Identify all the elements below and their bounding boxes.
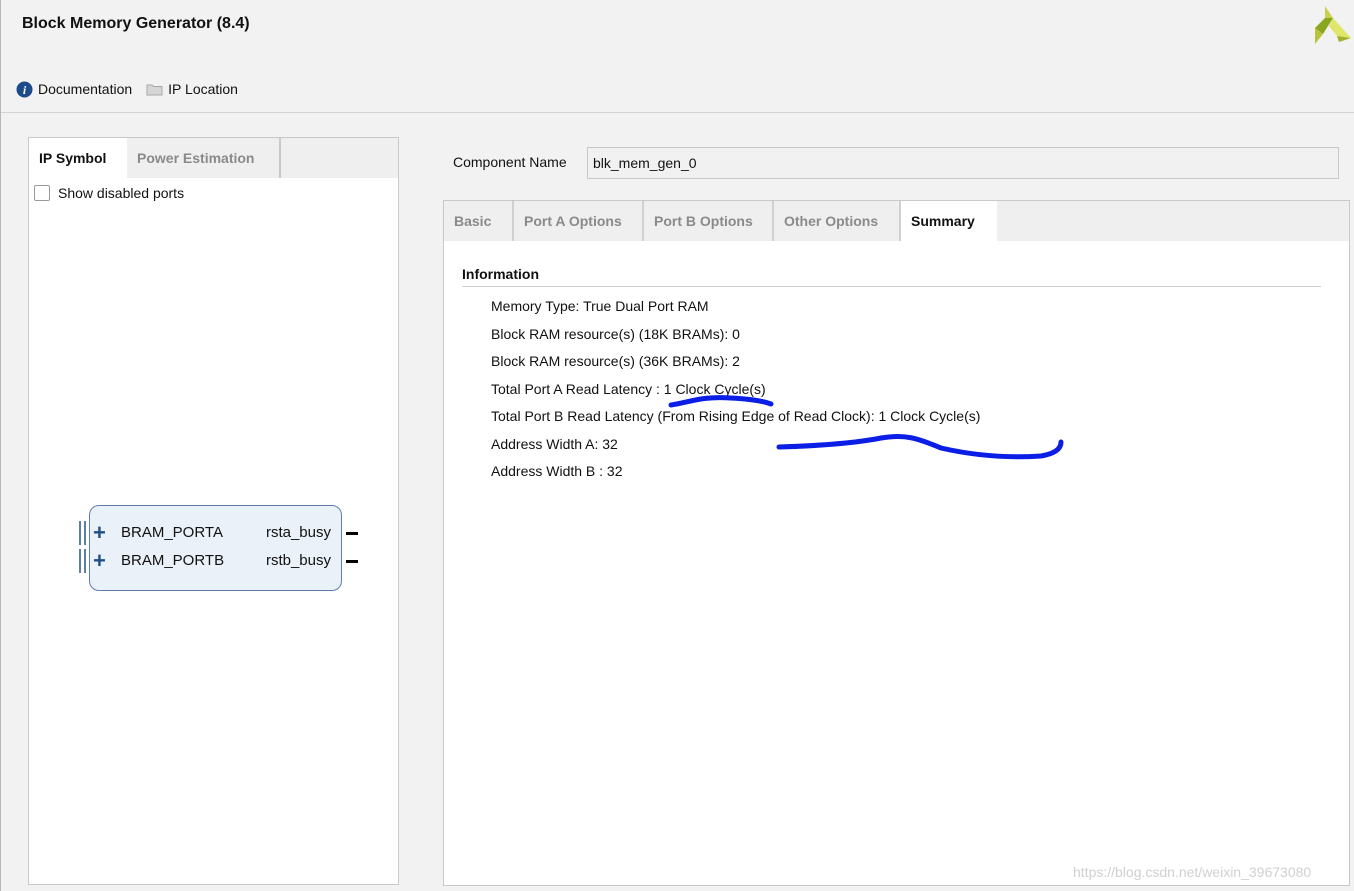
port-row-b: + BRAM_PORTB rstb_busy [79,549,358,573]
configuration-panel: Basic Port A Options Port B Options Othe… [443,200,1350,886]
toolbar: i Documentation IP Location [16,79,252,99]
info-memory-type: Memory Type: True Dual Port RAM [491,298,709,314]
port-bus-marker [79,521,86,545]
tab-basic[interactable]: Basic [444,201,514,241]
information-heading: Information [462,266,539,282]
watermark: https://blog.csdn.net/weixin_39673080 [1073,864,1312,880]
tab-summary[interactable]: Summary [901,201,997,241]
port-row-a: + BRAM_PORTA rsta_busy [79,521,358,545]
block-memory-generator-window: Block Memory Generator (8.4) i Documenta… [0,0,1354,891]
component-name-label: Component Name [453,154,567,170]
ip-location-label: IP Location [168,81,238,97]
tab-ip-symbol[interactable]: IP Symbol [29,138,127,178]
documentation-label: Documentation [38,81,133,97]
tab-power-estimation[interactable]: Power Estimation [127,138,281,178]
port-b-name: BRAM_PORTB [121,552,225,569]
info-port-b-latency: Total Port B Read Latency (From Rising E… [491,408,981,424]
information-list: Memory Type: True Dual Port RAM Block RA… [491,298,980,491]
folder-icon [146,84,163,95]
show-disabled-ports-option[interactable]: Show disabled ports [34,185,184,201]
port-b-busy-pin [346,560,358,563]
tab-other-options[interactable]: Other Options [774,201,901,241]
port-a-busy-signal: rsta_busy [265,524,331,541]
port-bus-marker [79,549,86,573]
ip-symbol-panel: IP Symbol Power Estimation Show disabled… [28,137,399,885]
info-address-width-b: Address Width B : 32 [491,463,623,479]
show-disabled-ports-checkbox[interactable] [34,185,50,201]
port-b-busy-signal: rstb_busy [265,552,331,569]
component-name-input[interactable] [587,147,1339,179]
window-title: Block Memory Generator (8.4) [22,15,250,32]
header-divider [1,112,1354,113]
info-port-a-latency: Total Port A Read Latency : 1 Clock Cycl… [491,380,766,397]
xilinx-logo-icon [1315,6,1351,44]
ip-location-link[interactable]: IP Location [146,81,238,97]
expand-port-b-icon[interactable]: + [93,550,106,572]
info-icon: i [16,81,33,97]
documentation-link[interactable]: i Documentation [16,81,132,98]
info-address-width-a: Address Width A: 32 [491,435,618,452]
ip-symbol-block: + BRAM_PORTA rsta_busy + BRAM_PORTB rstb… [79,505,358,591]
information-divider [462,286,1321,287]
tab-port-a-options[interactable]: Port A Options [514,201,644,241]
tab-port-b-options[interactable]: Port B Options [644,201,774,241]
config-tab-bar: Basic Port A Options Port B Options Othe… [444,201,1349,241]
show-disabled-ports-label: Show disabled ports [58,185,185,201]
port-a-name: BRAM_PORTA [121,524,223,541]
port-a-busy-pin [346,532,358,535]
info-bram-18k: Block RAM resource(s) (18K BRAMs): 0 [491,325,740,342]
left-tab-bar: IP Symbol Power Estimation [29,138,398,178]
info-bram-36k: Block RAM resource(s) (36K BRAMs): 2 [491,353,740,369]
expand-port-a-icon[interactable]: + [93,522,106,544]
